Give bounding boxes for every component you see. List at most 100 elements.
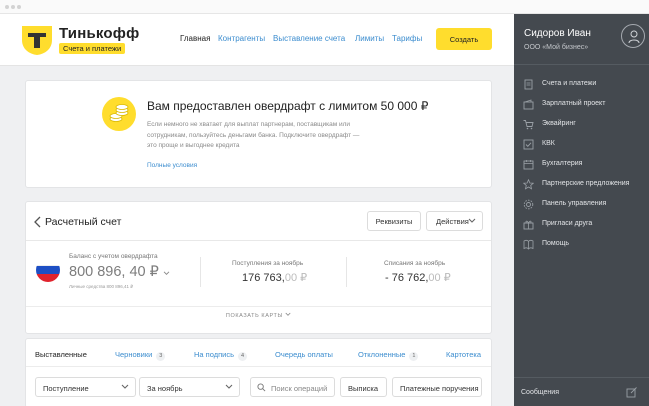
sidebar-item-control-panel[interactable]: Панель управления — [523, 199, 643, 213]
user-icon — [628, 30, 640, 44]
balance-label: Баланс с учетом овердрафта — [69, 253, 158, 260]
compose-icon[interactable] — [626, 386, 638, 398]
back-chevron-icon[interactable] — [33, 216, 43, 228]
promo-title: Вам предоставлен овердрафт с лимитом 50 … — [147, 99, 429, 113]
sidebar-item-help[interactable]: Помощь — [523, 239, 643, 253]
tab-label: Отклоненные — [358, 350, 406, 359]
own-funds: Личные средства 800 896,41 ₽ — [69, 284, 134, 289]
nav-tariffs[interactable]: Тарифы — [392, 34, 422, 43]
messages-bar[interactable]: Сообщения — [514, 377, 649, 406]
russia-flag-icon — [36, 258, 60, 282]
sidebar-item-label: Бухгалтерия — [542, 160, 583, 167]
user-header[interactable]: Сидоров Иван ООО «Мой бизнес» — [514, 14, 649, 65]
actions-dropdown[interactable]: Действия — [426, 211, 483, 231]
sidebar-item-accounts[interactable]: Счета и платежи — [523, 79, 643, 93]
sidebar-item-label: Счета и платежи — [542, 80, 597, 87]
top-bar: Тинькофф Счета и платежи Главная Контраг… — [0, 14, 514, 66]
count-badge: 4 — [238, 352, 248, 361]
document-icon — [524, 79, 533, 90]
messages-label: Сообщения — [521, 389, 559, 396]
balance-amount: 800 896, 40 ₽ — [69, 264, 159, 280]
operation-type-select[interactable]: Поступление — [35, 377, 136, 397]
search-placeholder: Поиск операций — [271, 384, 328, 393]
divider — [26, 306, 491, 307]
divider — [26, 240, 491, 241]
select-value: За ноябрь — [147, 384, 183, 393]
requisites-button[interactable]: Реквизиты — [367, 211, 421, 231]
sidebar-item-label: Партнерские предложения — [542, 180, 630, 187]
count-badge: 3 — [156, 352, 166, 361]
expense-amount: - 76 762, — [385, 272, 429, 284]
documents-card: Выставленные Черновики 3 На подпись 4 Очер… — [25, 338, 492, 406]
period-select[interactable]: За ноябрь — [139, 377, 240, 397]
nav-invoicing[interactable]: Выставление счета — [273, 34, 345, 43]
sidebar-item-label: Пригласи друга — [542, 220, 593, 227]
tab-issued[interactable]: Выставленные — [35, 350, 87, 359]
chevron-down-icon — [121, 384, 129, 389]
main-area: Тинькофф Счета и платежи Главная Контраг… — [0, 14, 514, 406]
payment-orders-button[interactable]: Платежные поручения — [392, 377, 482, 397]
cart-icon — [523, 120, 534, 130]
chevron-down-icon — [468, 218, 476, 223]
brand-name[interactable]: Тинькофф — [59, 25, 139, 42]
wallet-icon — [523, 99, 534, 110]
sidebar-item-invite[interactable]: Пригласи друга — [523, 219, 643, 233]
divider — [26, 366, 491, 367]
window-dot — [11, 5, 15, 9]
tab-card-file[interactable]: Картотека — [446, 350, 481, 359]
divider — [200, 257, 201, 287]
sidebar-item-label: Эквайринг — [542, 120, 576, 127]
actions-label: Действия — [436, 216, 469, 226]
statement-button[interactable]: Выписка — [340, 377, 387, 397]
income-cents: 00 ₽ — [284, 272, 308, 284]
tab-rejected[interactable]: Отклоненные 1 — [358, 350, 419, 361]
select-value: Поступление — [43, 384, 89, 393]
book-icon — [523, 239, 534, 250]
full-terms-link[interactable]: Полные условия — [147, 162, 197, 169]
sidebar-item-label: КВК — [542, 140, 555, 147]
tab-to-sign[interactable]: На подпись 4 — [194, 350, 248, 361]
window-dot — [5, 5, 9, 9]
chevron-down-icon — [285, 312, 291, 316]
brand-tag: Счета и платежи — [59, 43, 126, 54]
sidebar-item-label: Зарплатный проект — [542, 100, 606, 107]
search-input[interactable]: Поиск операций — [250, 377, 335, 397]
window-chrome — [0, 0, 649, 14]
sidebar-item-label: Помощь — [542, 240, 570, 247]
expense-value: - 76 762,00 ₽ — [385, 271, 451, 284]
star-icon — [523, 179, 534, 190]
overdraft-promo-card: Вам предоставлен овердрафт с лимитом 50 … — [25, 80, 492, 188]
sidebar-item-label: Панель управления — [542, 200, 607, 207]
show-cards-toggle[interactable]: ПОКАЗАТЬ КАРТЫ — [26, 312, 491, 319]
avatar[interactable] — [621, 24, 645, 48]
sidebar-item-acquiring[interactable]: Эквайринг — [523, 119, 643, 133]
tab-payment-queue[interactable]: Очередь оплаты — [275, 350, 333, 359]
chevron-down-icon — [163, 271, 170, 275]
sidebar-item-accounting[interactable]: Бухгалтерия — [523, 159, 643, 173]
count-badge: 1 — [409, 352, 419, 361]
user-name: Сидоров Иван — [524, 28, 591, 39]
promo-text: Если немного не хватает для выплат партн… — [147, 121, 360, 149]
search-icon — [257, 383, 266, 392]
tab-label: На подпись — [194, 350, 235, 359]
tinkoff-emblem-icon[interactable] — [20, 24, 54, 56]
coins-icon — [102, 97, 136, 131]
account-title: Расчетный счет — [45, 216, 122, 228]
sidebar: Сидоров Иван ООО «Мой бизнес» Счета и пл… — [514, 14, 649, 406]
nav-home[interactable]: Главная — [180, 34, 210, 43]
calendar-icon — [523, 160, 534, 170]
nav-limits[interactable]: Лимиты — [355, 34, 384, 43]
income-label: Поступления за ноябрь — [232, 260, 304, 267]
check-icon — [523, 139, 534, 150]
create-button[interactable]: Создать — [436, 28, 492, 50]
income-amount: 176 763, — [242, 272, 285, 284]
sidebar-item-kvk[interactable]: КВК — [523, 139, 643, 153]
balance-value[interactable]: 800 896, 40 ₽ — [69, 264, 170, 280]
sidebar-item-salary[interactable]: Зарплатный проект — [523, 99, 643, 113]
tab-drafts[interactable]: Черновики 3 — [115, 350, 166, 361]
nav-counterparties[interactable]: Контрагенты — [218, 34, 265, 43]
expense-label: Списания за ноябрь — [384, 260, 446, 267]
sidebar-item-partner-offers[interactable]: Партнерские предложения — [523, 179, 643, 193]
expense-cents: 00 ₽ — [428, 272, 451, 284]
divider — [346, 257, 347, 287]
